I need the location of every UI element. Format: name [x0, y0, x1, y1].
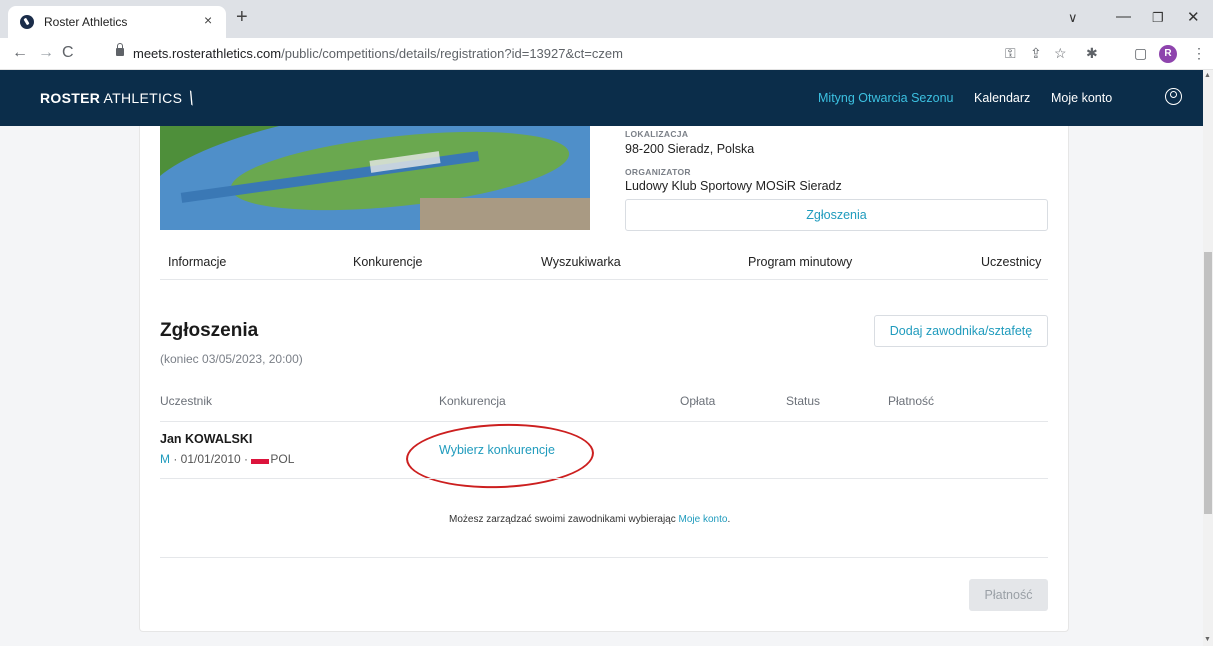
logo-bold: ROSTER: [40, 90, 101, 106]
back-icon[interactable]: ←: [12, 44, 28, 62]
deadline-text: (koniec 03/05/2023, 20:00): [160, 352, 303, 366]
tab-search-icon[interactable]: ∨: [1068, 10, 1078, 26]
column-header-event: Konkurencja: [439, 394, 506, 408]
side-panel-icon[interactable]: ▢: [1134, 45, 1147, 62]
athlete-meta: M · 01/01/2010 · POL: [160, 452, 294, 466]
location-value: 98-200 Sieradz, Polska: [625, 142, 755, 156]
athlete-country: POL: [270, 452, 295, 466]
roster-logo[interactable]: ROSTER ATHLETICS⟍: [40, 89, 200, 108]
restore-icon[interactable]: ❐: [1152, 10, 1164, 26]
add-athlete-button[interactable]: Dodaj zawodnika/sztafetę: [874, 315, 1048, 347]
url-host: meets.rosterathletics.com: [133, 46, 282, 61]
logo-thin: ATHLETICS: [100, 90, 183, 106]
tab-informacje[interactable]: Informacje: [168, 255, 226, 269]
organizer-value: Ludowy Klub Sportowy MOSiR Sieradz: [625, 179, 842, 193]
site-header: ROSTER ATHLETICS⟍ Mityng Otwarcia Sezonu…: [0, 70, 1203, 126]
column-header-status: Status: [786, 394, 821, 408]
user-circle-icon[interactable]: [1165, 88, 1182, 105]
reload-icon[interactable]: C: [62, 44, 74, 62]
logo-mark-icon: ⟍: [182, 88, 201, 108]
bookmark-star-icon[interactable]: ☆: [1054, 45, 1067, 62]
stadium-photo: [160, 126, 590, 230]
nav-meet[interactable]: Mityng Otwarcia Sezonu: [818, 91, 953, 105]
scroll-up-icon[interactable]: ▲: [1204, 72, 1211, 79]
entries-button[interactable]: Zgłoszenia: [625, 199, 1048, 231]
profile-avatar[interactable]: R: [1159, 45, 1177, 63]
nav-my-account[interactable]: Moje konto: [1051, 91, 1112, 105]
page-scrollbar[interactable]: ▲ ▼: [1203, 70, 1213, 646]
location-label: LOKALIZACJA: [625, 129, 689, 139]
browser-tabstrip: Roster Athletics × + ∨ — ❐ ✕: [0, 0, 1213, 38]
close-window-icon[interactable]: ✕: [1187, 8, 1200, 26]
athlete-sex: M: [160, 452, 170, 466]
url-path: /public/competitions/details/registratio…: [281, 46, 623, 61]
share-icon[interactable]: ⇪: [1030, 45, 1042, 62]
tab-konkurencje[interactable]: Konkurencje: [353, 255, 423, 269]
lock-icon[interactable]: [116, 43, 124, 56]
table-row-divider: [160, 478, 1048, 479]
extensions-icon[interactable]: ✱: [1086, 45, 1098, 62]
table-header-divider: [160, 421, 1048, 422]
close-tab-icon[interactable]: ×: [204, 12, 212, 28]
url-field[interactable]: meets.rosterathletics.com/public/competi…: [133, 46, 623, 61]
manage-athletes-note: Możesz zarządzać swoimi zawodnikami wybi…: [449, 514, 730, 525]
poland-flag-icon: [251, 454, 270, 464]
athlete-birthdate: · 01/01/2010 ·: [170, 452, 252, 466]
browser-menu-icon[interactable]: ⋮: [1192, 45, 1206, 62]
my-account-link[interactable]: Moje konto: [679, 514, 728, 525]
stands-shape: [420, 198, 590, 230]
column-header-athlete: Uczestnik: [160, 394, 213, 408]
password-key-icon[interactable]: ⚿: [1005, 45, 1016, 62]
new-tab-icon[interactable]: +: [236, 7, 248, 27]
scroll-down-icon[interactable]: ▼: [1204, 636, 1211, 643]
column-header-fee: Opłata: [680, 394, 716, 408]
tab-uczestnicy[interactable]: Uczestnicy: [981, 255, 1041, 269]
scroll-thumb[interactable]: [1204, 252, 1212, 514]
manage-note-text: Możesz zarządzać swoimi zawodnikami wybi…: [449, 514, 679, 525]
competition-tabs: Informacje Konkurencje Wyszukiwarka Prog…: [160, 240, 1048, 280]
nav-calendar[interactable]: Kalendarz: [974, 91, 1030, 105]
page-title: Zgłoszenia: [160, 320, 259, 341]
column-header-payment: Płatność: [888, 394, 935, 408]
tab-title: Roster Athletics: [44, 15, 128, 29]
footer-divider: [160, 557, 1048, 558]
minimize-icon[interactable]: —: [1116, 8, 1131, 25]
roster-favicon-icon: [20, 15, 34, 29]
address-bar: ← → C meets.rosterathletics.com/public/c…: [0, 38, 1213, 70]
forward-icon[interactable]: →: [38, 44, 54, 62]
tab-program-minutowy[interactable]: Program minutowy: [748, 255, 852, 269]
organizer-label: ORGANIZATOR: [625, 167, 691, 177]
tab-wyszukiwarka[interactable]: Wyszukiwarka: [541, 255, 621, 269]
browser-tab[interactable]: Roster Athletics ×: [8, 6, 226, 38]
manage-note-end: .: [727, 514, 731, 525]
payment-button[interactable]: Płatność: [969, 579, 1048, 611]
athlete-name: Jan KOWALSKI: [160, 432, 253, 446]
